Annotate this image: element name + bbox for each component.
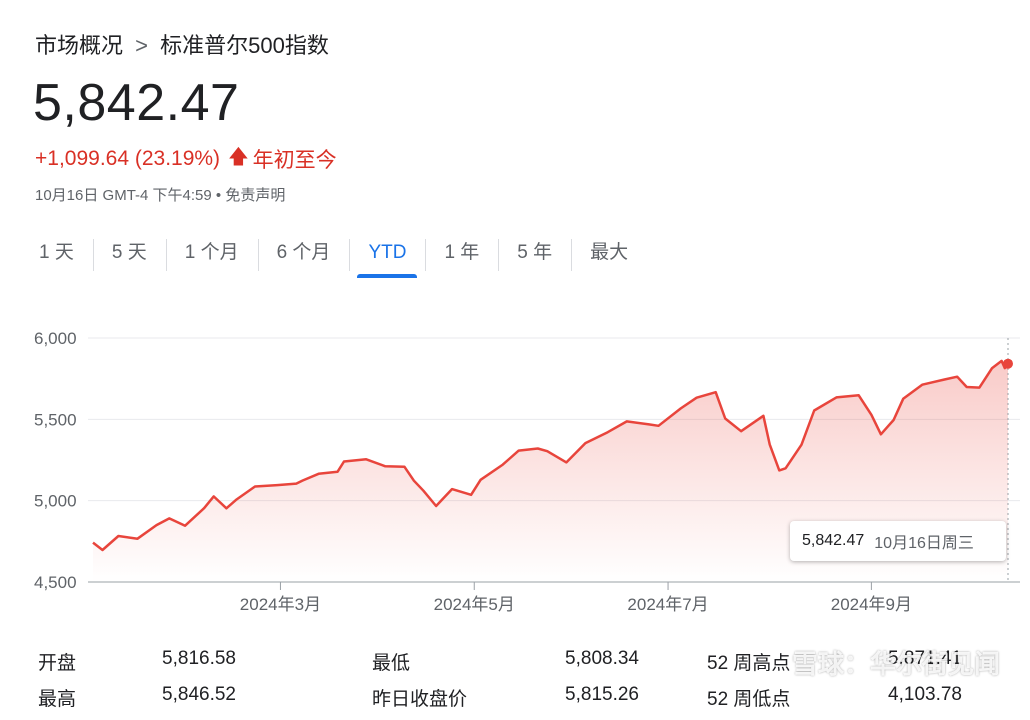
tab-1-year[interactable]: 1 年	[425, 236, 498, 271]
x-tick-label: 2024年5月	[434, 595, 515, 614]
breadcrumb: 市场概况 > 标准普尔500指数	[35, 28, 329, 60]
x-tick-label: 2024年3月	[240, 595, 321, 614]
stat-label-low: 最低	[372, 653, 411, 674]
stat-label-open: 开盘	[38, 653, 77, 674]
stats-row: 最高 5,846.52 昨日收盘价 5,815.26 52 周低点 4,103.…	[0, 684, 1030, 718]
breadcrumb-current: 标准普尔500指数	[160, 33, 329, 58]
meta-dot: •	[215, 187, 222, 204]
stat-value-52w-low: 4,103.78	[888, 684, 962, 705]
y-tick-label: 6,000	[34, 329, 77, 348]
stat-value-low: 5,808.34	[565, 648, 639, 669]
stat-value-open: 5,816.58	[162, 648, 236, 669]
breadcrumb-separator: >	[135, 33, 148, 58]
quote-timestamp: 10月16日 GMT-4 下午4:59	[35, 187, 212, 204]
stats-row: 开盘 5,816.58 最低 5,808.34 52 周高点 5,871.41	[0, 648, 1030, 682]
tab-1-month[interactable]: 1 个月	[165, 236, 258, 271]
quote-meta: 10月16日 GMT-4 下午4:59 • 免责声明	[35, 184, 285, 205]
breadcrumb-parent-link[interactable]: 市场概况	[35, 33, 123, 58]
x-tick-label: 2024年9月	[831, 595, 912, 614]
current-price: 5,842.47	[33, 74, 240, 132]
tab-6-month[interactable]: 6 个月	[257, 236, 350, 271]
y-tick-label: 5,000	[34, 492, 77, 511]
tab-max[interactable]: 最大	[571, 236, 647, 271]
stat-label-high: 最高	[38, 689, 77, 710]
tab-1-day[interactable]: 1 天	[20, 236, 93, 270]
change-value: +1,099.64 (23.19%)	[35, 147, 221, 170]
stat-value-high: 5,846.52	[162, 684, 236, 705]
stat-label-52w-low: 52 周低点	[707, 689, 791, 710]
y-tick-label: 4,500	[34, 573, 77, 592]
tab-5-day[interactable]: 5 天	[92, 236, 166, 271]
stat-value-52w-high: 5,871.41	[888, 648, 962, 669]
current-point-marker	[1003, 358, 1013, 369]
chart-tooltip: 5,842.47 10月16日周三	[790, 521, 1006, 561]
stat-label-52w-high: 52 周高点	[707, 653, 791, 674]
stat-label-prev-close: 昨日收盘价	[372, 689, 468, 710]
disclaimer-link[interactable]: 免责声明	[225, 187, 285, 204]
price-change: +1,099.64 (23.19%) 🡅 年初至今	[35, 142, 337, 176]
stat-value-prev-close: 5,815.26	[565, 684, 639, 705]
x-tick-label: 2024年7月	[627, 595, 708, 614]
y-tick-label: 5,500	[34, 410, 77, 429]
arrow-up-icon: 🡅	[228, 146, 249, 168]
tooltip-value: 5,842.47	[802, 532, 865, 549]
price-chart[interactable]: 6,000 5,500 5,000 4,500 2024年3月 2024年5月 2024年7…	[0, 300, 1030, 630]
tab-5-year[interactable]: 5 年	[498, 236, 571, 271]
change-period: 年初至今	[252, 149, 337, 172]
tab-ytd[interactable]: YTD	[349, 236, 425, 278]
tooltip-date: 10月16日周三	[874, 535, 974, 552]
range-tabs: 1 天 5 天 1 个月 6 个月 YTD 1 年 5 年 最大	[20, 232, 647, 278]
